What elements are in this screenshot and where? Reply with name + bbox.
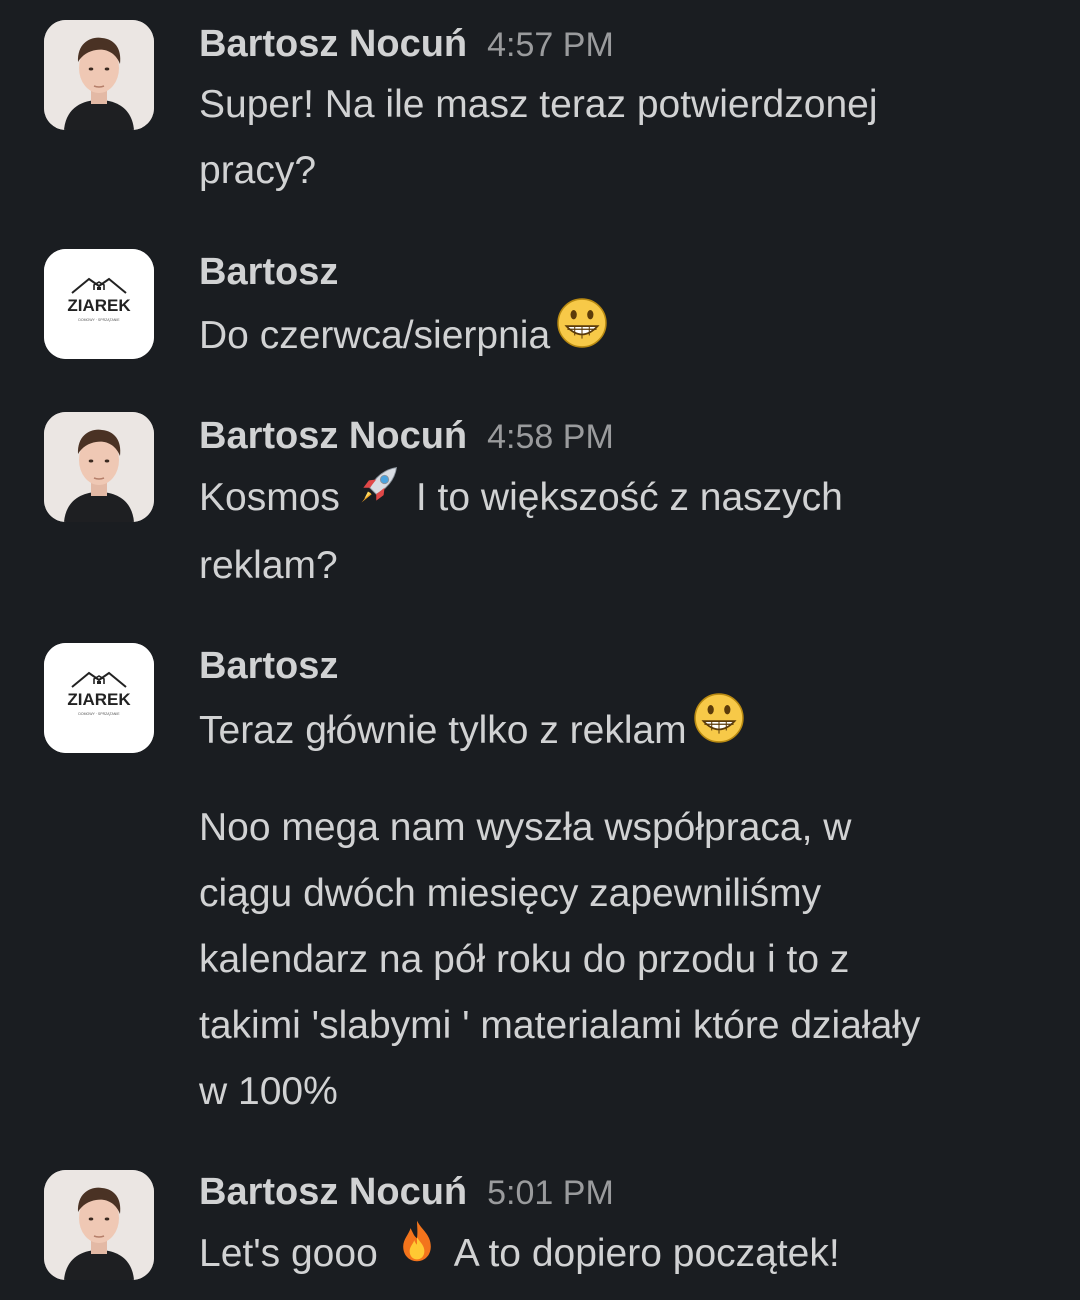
message-line: w 100% [199, 1070, 338, 1113]
user-avatar[interactable] [44, 412, 154, 522]
message-1: Bartosz Nocuń 4:57 PM Super! Na ile masz … [0, 0, 1080, 220]
fire-icon [394, 1218, 440, 1285]
message-line: ciągu dwóch miesięcy zapewniliśmy [199, 872, 822, 915]
message-text-segment: Teraz głównie tylko z reklam [199, 708, 687, 752]
author-name[interactable]: Bartosz Nocuń [199, 1171, 467, 1213]
message-text: Super! Na ile masz teraz potwierdzonej p… [199, 72, 1039, 204]
message-header: Bartosz Nocuń 4:58 PM [199, 414, 614, 459]
message-line: reklam? [199, 544, 338, 588]
timestamp[interactable]: 4:57 PM [487, 26, 614, 64]
person-photo-icon [44, 412, 154, 522]
message-text-segment: A to dopiero początek! [453, 1232, 840, 1275]
ziarek-logo-avatar[interactable] [44, 249, 154, 359]
ziarek-logo-icon [44, 643, 154, 753]
message-5: Bartosz Nocuń 5:01 PM Let's gooo A to dopi… [0, 1150, 1080, 1300]
user-avatar[interactable] [44, 1170, 154, 1280]
message-text: Let's gooo A to dopiero początek! [199, 1221, 1039, 1289]
message-text-segment: Kosmos [199, 476, 340, 519]
person-photo-icon [44, 20, 154, 130]
author-name[interactable]: Bartosz Nocuń [199, 415, 467, 457]
message-3: Bartosz Nocuń 4:58 PM Kosmos I to większoś… [0, 392, 1080, 612]
message-text-segment: Do czerwca/sierpnia [199, 313, 551, 357]
ziarek-logo-avatar[interactable] [44, 643, 154, 753]
grinning-face-icon [693, 692, 745, 765]
message-header: Bartosz [199, 644, 338, 688]
message-line: takimi 'slabymi ' materialami które dzia… [199, 1004, 921, 1047]
rocket-icon [356, 462, 402, 529]
message-line: pracy? [199, 149, 317, 192]
message-line: Noo mega nam wyszła współpraca, w [199, 806, 852, 849]
message-text-segment: I to większość z naszych [415, 476, 843, 519]
message-line: kalendarz na pół roku do przodu i to z [199, 938, 850, 981]
message-text: Do czerwca/sierpnia [199, 301, 1039, 374]
message-header: Bartosz [199, 250, 338, 294]
author-name[interactable]: Bartosz Nocuń [199, 23, 467, 65]
message-paragraph: Noo mega nam wyszła współpraca, w ciągu … [199, 795, 1039, 1125]
message-line: Super! Na ile masz teraz potwierdzonej [199, 83, 878, 126]
timestamp[interactable]: 4:58 PM [487, 418, 614, 456]
message-text: Kosmos I to większość z naszych reklam? [199, 465, 1039, 599]
message-text-segment: Let's gooo [199, 1232, 378, 1275]
ziarek-logo-icon [44, 249, 154, 359]
timestamp[interactable]: 5:01 PM [487, 1174, 614, 1212]
message-header: Bartosz Nocuń 5:01 PM [199, 1170, 614, 1215]
message-line: Kosmos I to większość z naszych [199, 465, 1039, 533]
user-avatar[interactable] [44, 20, 154, 130]
author-name[interactable]: Bartosz [199, 645, 338, 687]
message-text: Teraz głównie tylko z reklam [199, 696, 1039, 769]
person-photo-icon [44, 1170, 154, 1280]
message-header: Bartosz Nocuń 4:57 PM [199, 22, 614, 67]
grinning-face-icon [556, 297, 608, 370]
author-name[interactable]: Bartosz [199, 251, 338, 293]
message-2: Bartosz Do czerwca/sierpnia [0, 230, 1080, 380]
message-4: Bartosz Teraz głównie tylko z reklam Noo… [0, 624, 1080, 1144]
